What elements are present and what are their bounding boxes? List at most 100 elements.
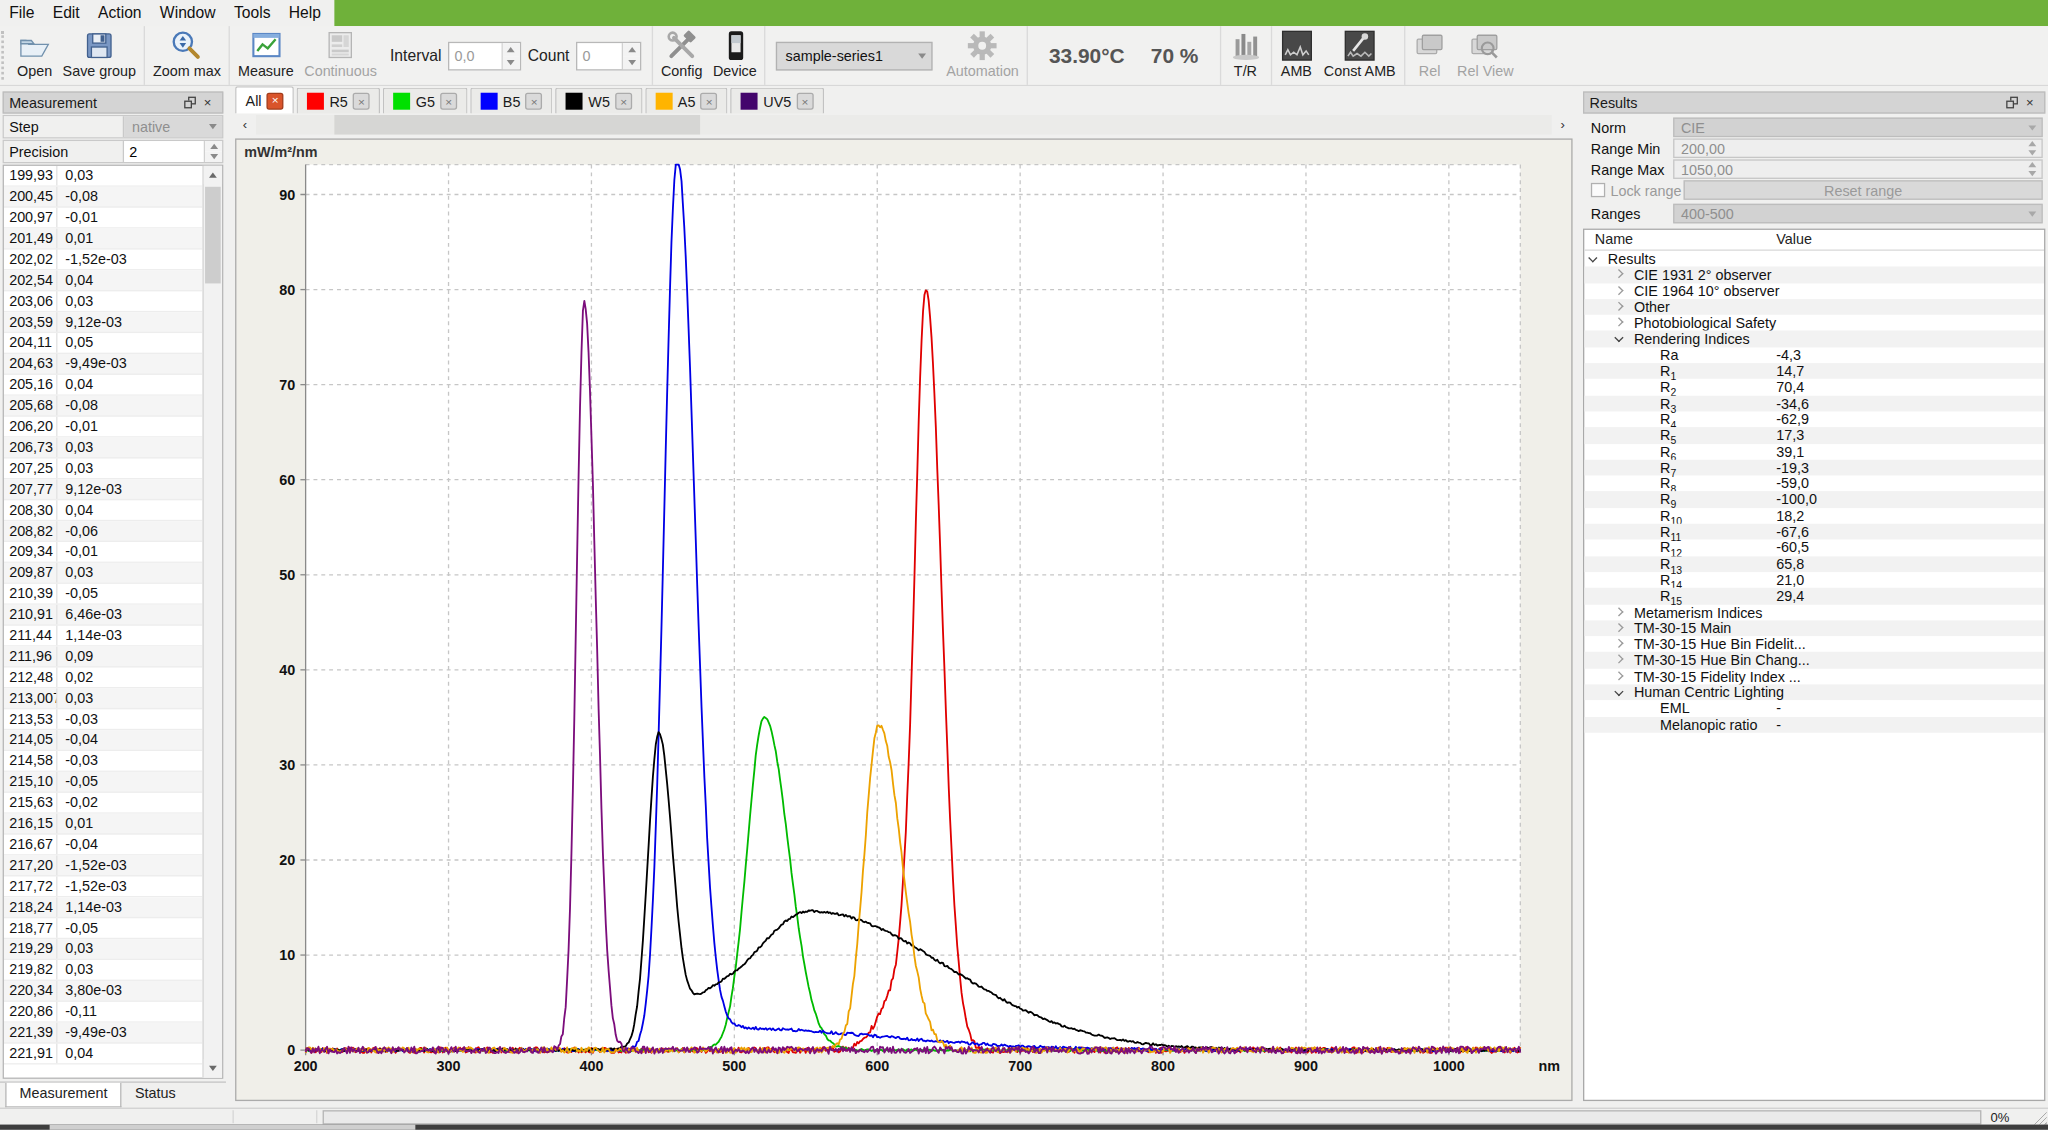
- menu-tools[interactable]: Tools: [225, 0, 280, 26]
- chevron-down-icon[interactable]: [1588, 253, 1597, 262]
- interval-spinbox[interactable]: 0,0: [448, 41, 521, 70]
- measurement-row[interactable]: 203,599,12e-03: [4, 312, 203, 333]
- toolbar-handle[interactable]: [1, 31, 8, 79]
- chart-tab-w5[interactable]: W5×: [556, 88, 643, 114]
- measurement-row[interactable]: 217,20-1,52e-03: [4, 856, 203, 877]
- measurement-row[interactable]: 200,97-0,01: [4, 208, 203, 229]
- chart-tab-uv5[interactable]: UV5×: [731, 88, 824, 114]
- chevron-right-icon[interactable]: [1614, 671, 1623, 680]
- tree-row[interactable]: Melanopic ratio-: [1584, 717, 2044, 733]
- menu-help[interactable]: Help: [280, 0, 331, 26]
- scrollbar-thumb[interactable]: [205, 187, 221, 284]
- precision-spin-buttons[interactable]: [204, 141, 222, 162]
- chart-tab-g5[interactable]: G5×: [383, 88, 467, 114]
- tree-row[interactable]: R1018,2: [1584, 508, 2044, 524]
- measurement-row[interactable]: 209,34-0,01: [4, 542, 203, 563]
- measurement-row[interactable]: 208,300,04: [4, 500, 203, 521]
- chart-tab-a5[interactable]: A5×: [645, 88, 728, 114]
- measurement-row[interactable]: 213,0070,03: [4, 688, 203, 709]
- measurement-row[interactable]: 203,060,03: [4, 291, 203, 312]
- count-spin-buttons[interactable]: [622, 42, 640, 68]
- menu-action[interactable]: Action: [89, 0, 151, 26]
- chevron-right-icon[interactable]: [1614, 302, 1623, 311]
- tab-measurement[interactable]: Measurement: [5, 1083, 122, 1108]
- tree-row[interactable]: R4-62,9: [1584, 411, 2044, 427]
- measurement-row[interactable]: 212,480,02: [4, 667, 203, 688]
- const-amb-button[interactable]: Const AMB: [1319, 26, 1401, 85]
- measurement-row[interactable]: 207,779,12e-03: [4, 479, 203, 500]
- measurement-row[interactable]: 217,72-1,52e-03: [4, 876, 203, 897]
- scroll-right-icon[interactable]: ›: [1553, 115, 1573, 135]
- float-panel-button[interactable]: [180, 94, 198, 111]
- tree-row[interactable]: Results: [1584, 251, 2044, 267]
- float-panel-button[interactable]: [2002, 94, 2020, 111]
- measurement-row[interactable]: 199,930,03: [4, 166, 203, 187]
- measurement-row[interactable]: 214,05-0,04: [4, 730, 203, 751]
- measurement-row[interactable]: 214,58-0,03: [4, 751, 203, 772]
- tree-row[interactable]: EML-: [1584, 700, 2044, 716]
- tree-row[interactable]: R270,4: [1584, 379, 2044, 395]
- measurement-row[interactable]: 216,67-0,04: [4, 835, 203, 856]
- measurement-row[interactable]: 216,150,01: [4, 814, 203, 835]
- measure-button[interactable]: Measure: [233, 26, 299, 85]
- tree-row[interactable]: Rendering Indices: [1584, 331, 2044, 347]
- device-button[interactable]: Device: [708, 26, 762, 85]
- lock-range-checkbox[interactable]: [1591, 183, 1605, 197]
- series-combo[interactable]: sample-series1: [776, 41, 933, 70]
- chevron-right-icon[interactable]: [1614, 269, 1623, 278]
- measurement-row[interactable]: 211,960,09: [4, 647, 203, 668]
- tree-row[interactable]: R114,7: [1584, 363, 2044, 379]
- chevron-right-icon[interactable]: [1614, 639, 1623, 648]
- reset-range-button[interactable]: Reset range: [1684, 180, 2043, 200]
- measurement-row[interactable]: 204,110,05: [4, 333, 203, 354]
- measurement-row[interactable]: 220,343,80e-03: [4, 981, 203, 1002]
- range-min-spinbox[interactable]: 200,00: [1673, 138, 2043, 158]
- chevron-down-icon[interactable]: [1614, 687, 1623, 696]
- zoom-max-button[interactable]: Zoom max: [148, 26, 226, 85]
- tree-header-name[interactable]: Name: [1584, 230, 1766, 250]
- chevron-right-icon[interactable]: [1614, 318, 1623, 327]
- close-tab-icon[interactable]: ×: [526, 93, 543, 110]
- ranges-combo[interactable]: 400-500: [1673, 204, 2043, 224]
- chart-tab-all[interactable]: All×: [235, 86, 294, 113]
- scroll-left-icon[interactable]: ‹: [235, 115, 255, 135]
- measurement-row[interactable]: 205,160,04: [4, 375, 203, 396]
- tree-row[interactable]: Photobiological Safety: [1584, 315, 2044, 331]
- tree-row[interactable]: R1529,4: [1584, 588, 2044, 604]
- precision-spinbox[interactable]: 2: [124, 141, 222, 162]
- measurement-table-scrollbar[interactable]: [202, 166, 222, 1078]
- close-panel-button[interactable]: ×: [2021, 94, 2039, 111]
- measurement-row[interactable]: 219,290,03: [4, 939, 203, 960]
- measurement-row[interactable]: 215,63-0,02: [4, 793, 203, 814]
- tree-row[interactable]: R8-59,0: [1584, 476, 2044, 492]
- chart-tab-r5[interactable]: R5×: [297, 88, 381, 114]
- chevron-down-icon[interactable]: [1614, 334, 1623, 343]
- tree-row[interactable]: TM-30-15 Main: [1584, 620, 2044, 636]
- menu-window[interactable]: Window: [151, 0, 225, 26]
- continuous-button[interactable]: Continuous: [299, 26, 382, 85]
- chevron-right-icon[interactable]: [1614, 655, 1623, 664]
- measurement-row[interactable]: 208,82-0,06: [4, 521, 203, 542]
- close-tab-icon[interactable]: ×: [615, 93, 632, 110]
- config-button[interactable]: Config: [656, 26, 708, 85]
- measurement-row[interactable]: 221,910,04: [4, 1044, 203, 1065]
- measurement-row[interactable]: 206,20-0,01: [4, 417, 203, 438]
- tree-row[interactable]: TM-30-15 Hue Bin Chang...: [1584, 652, 2044, 668]
- tree-row[interactable]: Metamerism Indices: [1584, 604, 2044, 620]
- tree-row[interactable]: TM-30-15 Hue Bin Fidelit...: [1584, 636, 2044, 652]
- save-group-button[interactable]: Save group: [57, 26, 141, 85]
- tree-row[interactable]: R9-100,0: [1584, 492, 2044, 508]
- measurement-row[interactable]: 220,86-0,11: [4, 1002, 203, 1023]
- interval-spin-buttons[interactable]: [502, 42, 520, 68]
- close-tab-icon[interactable]: ×: [701, 93, 718, 110]
- tree-row[interactable]: R639,1: [1584, 444, 2044, 460]
- tree-row[interactable]: R517,3: [1584, 427, 2044, 443]
- tree-row[interactable]: CIE 1931 2° observer: [1584, 267, 2044, 283]
- spectrum-chart[interactable]: 2003004005006007008009001000010203040506…: [235, 138, 1572, 1101]
- range-max-spinbox[interactable]: 1050,00: [1673, 159, 2043, 179]
- close-tab-icon[interactable]: ×: [797, 93, 814, 110]
- measurement-row[interactable]: 202,02-1,52e-03: [4, 249, 203, 270]
- measurement-row[interactable]: 205,68-0,08: [4, 396, 203, 417]
- measurement-row[interactable]: 215,10-0,05: [4, 772, 203, 793]
- chart-tab-b5[interactable]: B5×: [470, 88, 553, 114]
